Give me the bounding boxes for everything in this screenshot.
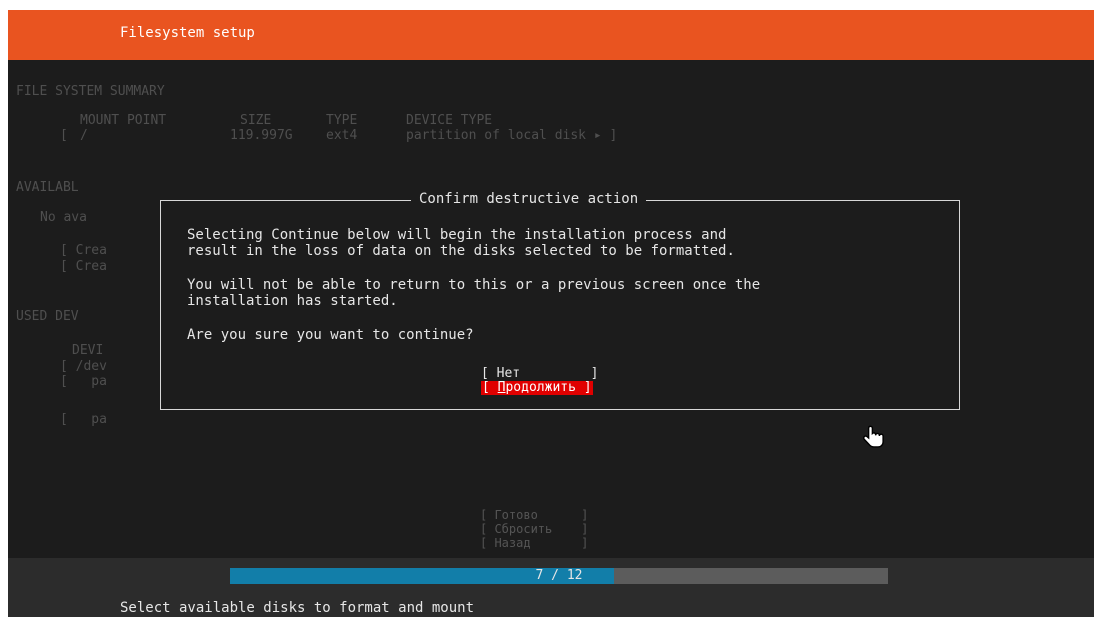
row-mount[interactable]: / bbox=[80, 128, 88, 143]
partition-row-2[interactable]: [ pa bbox=[60, 412, 107, 427]
column-mount-point: MOUNT POINT bbox=[80, 113, 167, 128]
continue-button[interactable]: [ Продолжить ] bbox=[481, 381, 593, 395]
create-button-1[interactable]: [ Crea bbox=[60, 243, 107, 258]
back-button[interactable]: [ Назад ] bbox=[480, 536, 588, 550]
status-text: Select available disks to format and mou… bbox=[120, 600, 475, 616]
row-size: 119.997G bbox=[230, 128, 293, 143]
done-button[interactable]: [ Готово ] bbox=[480, 508, 588, 522]
confirm-dialog: Confirm destructive action Selecting Con… bbox=[160, 191, 960, 410]
dialog-paragraph-1: Selecting Continue below will begin the … bbox=[187, 227, 735, 259]
row-open-bracket: [ bbox=[60, 128, 68, 143]
reset-button[interactable]: [ Сбросить ] bbox=[480, 522, 588, 536]
available-heading: AVAILABL bbox=[16, 180, 79, 195]
used-heading: USED DEV bbox=[16, 309, 79, 324]
partition-row-1[interactable]: [ pa bbox=[60, 374, 107, 389]
hand-pointer-icon bbox=[863, 425, 884, 448]
dialog-title: Confirm destructive action bbox=[411, 191, 647, 207]
summary-heading: FILE SYSTEM SUMMARY bbox=[16, 84, 165, 99]
installer-screen: Filesystem setup FILE SYSTEM SUMMARY MOU… bbox=[8, 10, 1094, 617]
progress-bar: 7 / 12 bbox=[230, 568, 888, 584]
dev-row[interactable]: [ /dev bbox=[60, 359, 107, 374]
no-button[interactable]: [ Нет ] bbox=[481, 367, 598, 381]
row-device: partition of local disk ▸ ] bbox=[406, 128, 618, 143]
continue-prefix: [ bbox=[482, 380, 498, 395]
continue-rest: родолжить ] bbox=[505, 380, 592, 395]
progress-text: 7 / 12 bbox=[535, 568, 583, 583]
devi-label: DEVI bbox=[72, 343, 104, 358]
dialog-paragraph-2: You will not be able to return to this o… bbox=[187, 277, 761, 309]
column-size: SIZE bbox=[240, 113, 272, 128]
footer: 7 / 12 Select available disks to format … bbox=[8, 558, 1094, 617]
column-type: TYPE bbox=[326, 113, 358, 128]
page-title: Filesystem setup bbox=[120, 25, 255, 41]
header-bar: Filesystem setup bbox=[8, 10, 1094, 60]
create-button-2[interactable]: [ Crea bbox=[60, 259, 107, 274]
row-type: ext4 bbox=[326, 128, 358, 143]
dialog-question: Are you sure you want to continue? bbox=[187, 327, 474, 343]
no-available: No ava bbox=[40, 210, 87, 225]
column-device-type: DEVICE TYPE bbox=[406, 113, 493, 128]
